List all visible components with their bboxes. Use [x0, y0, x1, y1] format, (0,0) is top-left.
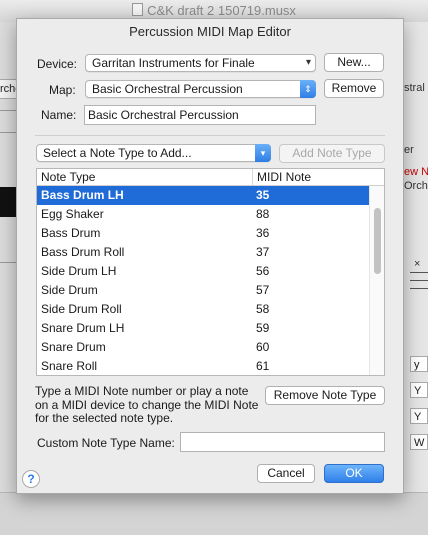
- table-row[interactable]: Bass Drum 36: [37, 224, 370, 243]
- background-window-title: C&K draft 2 150719.musx: [0, 3, 428, 18]
- background-title-text: C&K draft 2 150719.musx: [147, 3, 296, 18]
- staff-line: [410, 280, 428, 281]
- device-value: Garritan Instruments for Finale: [92, 56, 255, 70]
- background-field: W: [410, 434, 428, 450]
- background-right-text: ew N: [404, 166, 428, 178]
- ok-button[interactable]: OK: [324, 464, 384, 483]
- dialog-title: Percussion MIDI Map Editor: [129, 24, 291, 39]
- background-right-text: Orche: [404, 180, 428, 192]
- midi-note-cell[interactable]: 56: [256, 262, 269, 281]
- table-row[interactable]: Side Drum Roll 58: [37, 300, 370, 319]
- note-type-cell: Side Drum LH: [41, 264, 117, 278]
- section-divider: [35, 135, 385, 136]
- midi-note-cell[interactable]: 58: [256, 300, 269, 319]
- note-type-cell: Bass Drum LH: [41, 188, 124, 202]
- device-popup[interactable]: Garritan Instruments for Finale ▾: [85, 54, 316, 72]
- table-row[interactable]: Side Drum 57: [37, 281, 370, 300]
- cancel-button[interactable]: Cancel: [257, 464, 315, 483]
- map-name-field[interactable]: Basic Orchestral Percussion: [84, 105, 316, 125]
- document-icon: [132, 3, 144, 16]
- note-type-cell: Bass Drum Roll: [41, 245, 125, 259]
- midi-note-cell[interactable]: 60: [256, 338, 269, 357]
- map-value: Basic Orchestral Percussion: [92, 82, 243, 96]
- background-left-tab: rche: [0, 79, 17, 99]
- name-label: Name:: [41, 108, 77, 122]
- background-field: y: [410, 356, 428, 372]
- chevron-down-icon: ▾: [305, 57, 311, 68]
- up-down-arrows-icon: ⇕: [300, 80, 316, 98]
- table-header: Note Type MIDI Note: [37, 169, 384, 186]
- table-row[interactable]: Bass Drum LH 35: [37, 186, 370, 205]
- note-type-cell: Snare Roll: [41, 359, 98, 373]
- background-right-text: stral P: [404, 82, 428, 94]
- background-right-text: er: [404, 144, 414, 156]
- note-type-cell: Side Drum: [41, 283, 98, 297]
- note-type-popup-text: Select a Note Type to Add...: [43, 146, 192, 160]
- midi-note-cell[interactable]: 37: [256, 243, 269, 262]
- note-type-cell: Snare Drum: [41, 340, 106, 354]
- column-header-note-type[interactable]: Note Type: [37, 169, 256, 185]
- midi-note-cell[interactable]: 59: [256, 319, 269, 338]
- remove-map-button[interactable]: Remove: [324, 79, 384, 98]
- device-label: Device:: [37, 57, 78, 71]
- background-divider: [0, 132, 16, 133]
- note-type-cell: Side Drum Roll: [41, 302, 122, 316]
- note-type-popup[interactable]: Select a Note Type to Add... ▾: [36, 144, 271, 162]
- column-header-midi-note[interactable]: MIDI Note: [252, 169, 367, 185]
- midi-note-cell[interactable]: 61: [256, 357, 269, 375]
- background-bottom-panel: [0, 492, 428, 535]
- midi-note-cell[interactable]: 88: [256, 205, 269, 224]
- map-popup[interactable]: Basic Orchestral Percussion ⇕: [85, 80, 316, 98]
- map-label: Map:: [49, 83, 76, 97]
- table-rows: Bass Drum LH 35 Egg Shaker 88 Bass Drum 36 Bas…: [37, 186, 370, 375]
- table-row[interactable]: Snare Drum LH 59: [37, 319, 370, 338]
- staff-line: [410, 272, 428, 273]
- table-scrollbar[interactable]: [369, 186, 384, 375]
- background-right-panel: stral P er ew N Orche × y Y Y W: [404, 22, 428, 492]
- scrollbar-thumb[interactable]: [374, 208, 381, 274]
- table-row[interactable]: Egg Shaker 88: [37, 205, 370, 224]
- note-type-cell: Snare Drum LH: [41, 321, 125, 335]
- background-field: Y: [410, 408, 428, 424]
- midi-note-cell[interactable]: 35: [256, 186, 269, 205]
- background-left-panel: rche: [0, 22, 17, 492]
- staff-line: [410, 288, 428, 289]
- midi-note-cell[interactable]: 36: [256, 224, 269, 243]
- background-close-mark: ×: [414, 258, 421, 270]
- remove-note-type-button[interactable]: Remove Note Type: [265, 386, 385, 405]
- chevron-down-icon: ▾: [255, 144, 271, 162]
- background-black-bar: [0, 187, 16, 217]
- midi-note-cell[interactable]: 57: [256, 281, 269, 300]
- note-type-table[interactable]: Note Type MIDI Note Bass Drum LH 35 Egg Sh…: [36, 168, 385, 376]
- note-type-cell: Bass Drum: [41, 226, 101, 240]
- custom-note-type-field[interactable]: [180, 432, 385, 452]
- add-note-type-button[interactable]: Add Note Type: [279, 144, 385, 163]
- help-button[interactable]: ?: [22, 470, 40, 488]
- percussion-midi-map-dialog: Percussion MIDI Map Editor Device: Garri…: [16, 18, 404, 494]
- note-type-cell: Egg Shaker: [41, 207, 104, 221]
- table-row[interactable]: Bass Drum Roll 37: [37, 243, 370, 262]
- table-row[interactable]: Snare Roll 61: [37, 357, 370, 375]
- background-field: Y: [410, 382, 428, 398]
- table-row[interactable]: Snare Drum 60: [37, 338, 370, 357]
- instruction-text: Type a MIDI Note number or play a note o…: [35, 384, 259, 425]
- background-divider: [0, 262, 16, 263]
- background-divider: [0, 110, 16, 111]
- new-map-button[interactable]: New...: [324, 53, 384, 72]
- custom-note-type-label: Custom Note Type Name:: [37, 436, 175, 450]
- table-row[interactable]: Side Drum LH 56: [37, 262, 370, 281]
